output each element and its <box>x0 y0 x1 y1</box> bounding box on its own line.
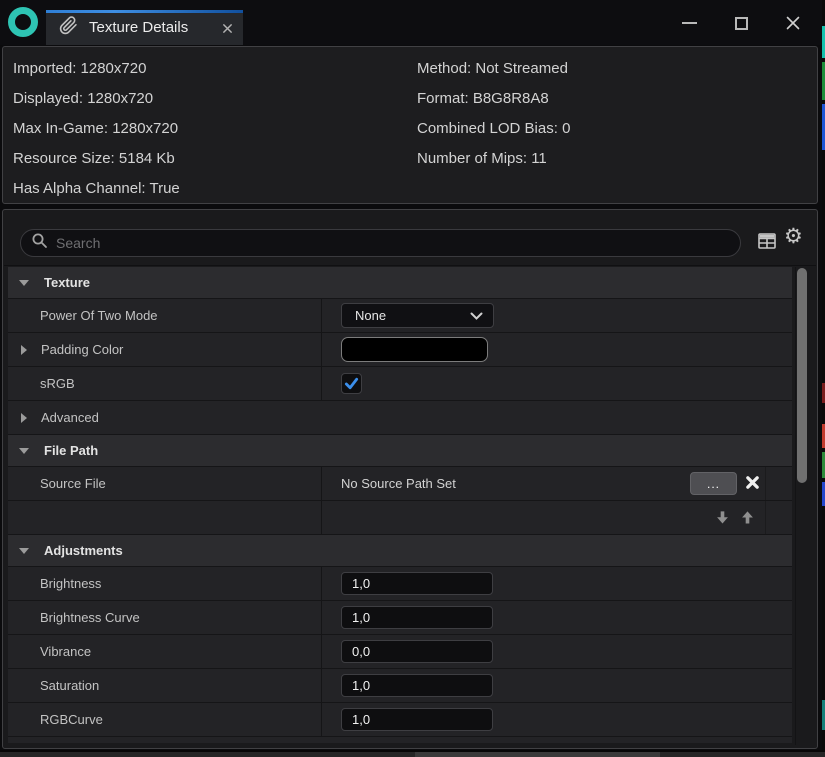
property-label: Power Of Two Mode <box>40 308 158 323</box>
power-of-two-mode-dropdown[interactable]: None <box>341 303 494 328</box>
row-rgbcurve: RGBCurve <box>8 703 792 737</box>
info-resource-size: Resource Size: 5184 Kb <box>13 144 180 174</box>
tab-close-icon[interactable] <box>220 21 234 35</box>
section-header-file-path[interactable]: File Path <box>8 435 792 467</box>
info-column-right: Method: Not Streamed Format: B8G8R8A8 Co… <box>417 54 570 174</box>
info-imported: Imported: 1280x720 <box>13 54 180 84</box>
search-bar[interactable] <box>20 229 741 257</box>
property-label: sRGB <box>40 376 75 391</box>
texture-info-panel: Imported: 1280x720 Displayed: 1280x720 M… <box>2 46 818 204</box>
partially-visible-row <box>8 737 792 743</box>
row-saturation: Saturation <box>8 669 792 703</box>
info-method: Method: Not Streamed <box>417 54 570 84</box>
vibrance-input[interactable] <box>341 640 493 663</box>
row-advanced[interactable]: Advanced <box>8 401 792 435</box>
unreal-logo-icon <box>8 7 38 37</box>
dropdown-selected-value: None <box>355 308 470 323</box>
property-rows: Texture Power Of Two Mode None Padding C… <box>8 267 792 743</box>
property-label: RGBCurve <box>40 712 103 727</box>
scrollbar-track-divider <box>795 267 796 745</box>
padding-color-swatch[interactable] <box>341 337 488 362</box>
chevron-down-icon <box>19 548 29 554</box>
window-close-button[interactable] <box>782 12 804 34</box>
property-label: Vibrance <box>40 644 91 659</box>
export-down-arrow-icon[interactable] <box>714 509 731 526</box>
advanced-label: Advanced <box>41 410 99 425</box>
section-header-adjustments[interactable]: Adjustments <box>8 535 792 567</box>
toolbar-separator <box>4 265 816 266</box>
row-brightness-curve: Brightness Curve <box>8 601 792 635</box>
browse-button[interactable]: ... <box>690 472 737 495</box>
paperclip-icon <box>59 16 78 40</box>
search-input[interactable] <box>56 231 728 255</box>
window-minimize-button[interactable] <box>678 12 700 34</box>
tab-title: Texture Details <box>89 19 188 36</box>
display-filter-grid-icon[interactable] <box>757 232 777 255</box>
info-column-left: Imported: 1280x720 Displayed: 1280x720 M… <box>13 54 180 204</box>
tab-texture-details[interactable]: Texture Details <box>46 10 243 45</box>
property-label: Source File <box>40 476 106 491</box>
info-has-alpha-channel: Has Alpha Channel: True <box>13 174 180 204</box>
chevron-down-icon <box>19 448 29 454</box>
info-format: Format: B8G8R8A8 <box>417 84 570 114</box>
srgb-checkbox[interactable] <box>341 373 362 394</box>
chevron-down-icon <box>19 280 29 286</box>
chevron-down-icon <box>470 312 483 320</box>
section-label: File Path <box>44 443 98 458</box>
property-label: Brightness <box>40 576 101 591</box>
maximize-icon <box>735 17 748 30</box>
search-icon <box>31 232 48 254</box>
section-header-texture[interactable]: Texture <box>8 267 792 299</box>
section-label: Adjustments <box>44 543 123 558</box>
settings-gear-icon[interactable]: ⚙ <box>784 226 803 247</box>
saturation-input[interactable] <box>341 674 493 697</box>
info-max-in-game: Max In-Game: 1280x720 <box>13 114 180 144</box>
expander-right-icon <box>21 413 27 423</box>
window-maximize-button[interactable] <box>730 12 752 34</box>
row-vibrance: Vibrance <box>8 635 792 669</box>
import-up-arrow-icon[interactable] <box>739 509 756 526</box>
property-label: Padding Color <box>41 342 123 357</box>
clear-path-icon[interactable] <box>745 475 760 495</box>
row-srgb: sRGB <box>8 367 792 401</box>
checkmark-icon <box>344 376 359 391</box>
row-padding-color: Padding Color <box>8 333 792 367</box>
close-icon <box>785 15 801 31</box>
row-brightness: Brightness <box>8 567 792 601</box>
row-source-file: Source File No Source Path Set ... <box>8 467 792 501</box>
minimize-icon <box>682 22 697 24</box>
source-file-value: No Source Path Set <box>341 476 456 491</box>
info-number-of-mips: Number of Mips: 11 <box>417 144 570 174</box>
expander-right-icon[interactable] <box>21 345 27 355</box>
title-bar: Texture Details <box>0 0 825 45</box>
window-bottom-edge <box>0 750 825 757</box>
info-combined-lod-bias: Combined LOD Bias: 0 <box>417 114 570 144</box>
brightness-input[interactable] <box>341 572 493 595</box>
scrollbar-thumb[interactable] <box>797 268 807 483</box>
property-label: Brightness Curve <box>40 610 140 625</box>
property-label: Saturation <box>40 678 99 693</box>
details-panel: ⚙ Texture Power Of Two Mode None Padding… <box>2 209 818 749</box>
tab-active-accent <box>46 10 243 13</box>
section-label: Texture <box>44 275 90 290</box>
row-power-of-two-mode: Power Of Two Mode None <box>8 299 792 333</box>
info-displayed: Displayed: 1280x720 <box>13 84 180 114</box>
row-file-path-actions <box>8 501 792 535</box>
brightness-curve-input[interactable] <box>341 606 493 629</box>
rgbcurve-input[interactable] <box>341 708 493 731</box>
